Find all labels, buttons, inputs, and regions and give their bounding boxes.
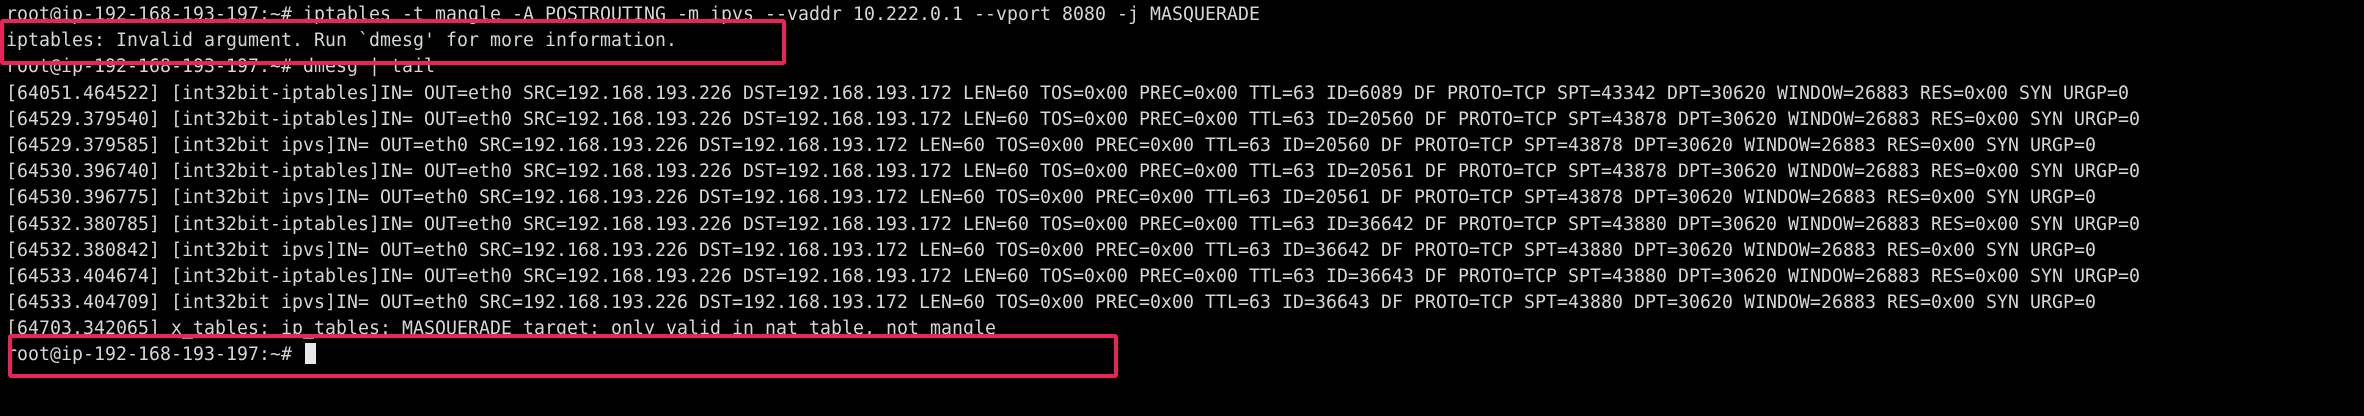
- terminal-line-log: [64532.380842] [int32bit ipvs]IN= OUT=et…: [6, 239, 2096, 261]
- terminal-window[interactable]: root@ip-192-168-193-197:~# iptables -t m…: [0, 0, 2364, 416]
- terminal-line-log: [64533.404709] [int32bit ipvs]IN= OUT=et…: [6, 292, 2096, 314]
- terminal-line-log: [64530.396740] [int32bit-iptables]IN= OU…: [6, 161, 2140, 183]
- kernel-error-highlight-box: [8, 334, 1118, 378]
- terminal-line-log: [64051.464522] [int32bit-iptables]IN= OU…: [6, 82, 2129, 104]
- terminal-line-log: [64533.404674] [int32bit-iptables]IN= OU…: [6, 265, 2140, 287]
- terminal-line-log: [64529.379540] [int32bit-iptables]IN= OU…: [6, 108, 2140, 130]
- terminal-line-log: [64532.380785] [int32bit-iptables]IN= OU…: [6, 213, 2140, 235]
- error-highlight-box: [0, 19, 786, 65]
- terminal-line-log: [64529.379585] [int32bit ipvs]IN= OUT=et…: [6, 134, 2096, 156]
- terminal-line-log: [64530.396775] [int32bit ipvs]IN= OUT=et…: [6, 187, 2096, 209]
